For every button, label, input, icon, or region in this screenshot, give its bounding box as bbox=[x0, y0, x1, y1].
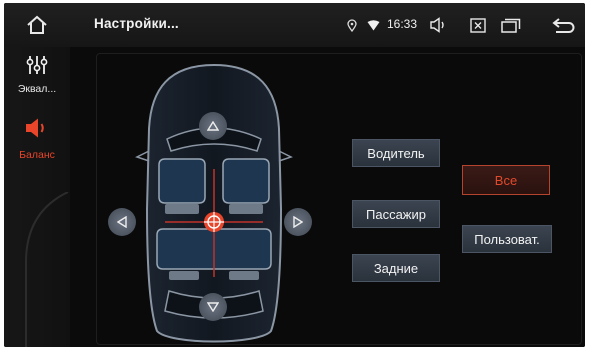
arrow-left-icon bbox=[117, 216, 127, 228]
top-bar: Настройки... 16:33 bbox=[4, 3, 585, 47]
page-title: Настройки... bbox=[94, 16, 179, 31]
sidebar-item-balance[interactable]: Баланс bbox=[4, 113, 70, 181]
arrow-down-icon bbox=[207, 302, 219, 312]
arrow-up-icon bbox=[207, 121, 219, 131]
sidebar-item-label: Эквал... bbox=[17, 83, 57, 95]
location-icon bbox=[345, 3, 359, 47]
preset-driver-button[interactable]: Водитель bbox=[352, 139, 440, 167]
equalizer-icon bbox=[26, 55, 48, 80]
balance-left-button[interactable] bbox=[108, 208, 136, 236]
sidebar-item-equalizer[interactable]: Эквал... bbox=[4, 47, 70, 115]
home-icon[interactable] bbox=[22, 3, 52, 47]
volume-icon[interactable] bbox=[427, 3, 449, 47]
arrow-right-icon bbox=[293, 216, 303, 228]
sidebar: Эквал... Баланс bbox=[4, 47, 70, 347]
balance-focus-point[interactable] bbox=[203, 211, 225, 233]
preset-passenger-button[interactable]: Пассажир bbox=[352, 200, 440, 228]
preset-all-button[interactable]: Все bbox=[462, 165, 550, 195]
wifi-icon bbox=[365, 3, 381, 47]
close-app-icon[interactable] bbox=[467, 3, 489, 47]
preset-rear-button[interactable]: Задние bbox=[352, 254, 440, 282]
head-unit-screen: Настройки... 16:33 Эквал... Баланс Водит… bbox=[4, 3, 585, 347]
preset-custom-button[interactable]: Пользоват. bbox=[462, 225, 552, 253]
back-icon[interactable] bbox=[550, 3, 578, 47]
balance-right-button[interactable] bbox=[284, 208, 312, 236]
clock: 16:33 bbox=[387, 17, 418, 31]
sidebar-divider bbox=[25, 192, 69, 347]
balance-down-button[interactable] bbox=[199, 293, 227, 321]
speaker-icon bbox=[24, 117, 50, 144]
recent-apps-icon[interactable] bbox=[499, 3, 523, 47]
balance-up-button[interactable] bbox=[199, 112, 227, 140]
sidebar-item-label: Баланс bbox=[19, 149, 55, 161]
